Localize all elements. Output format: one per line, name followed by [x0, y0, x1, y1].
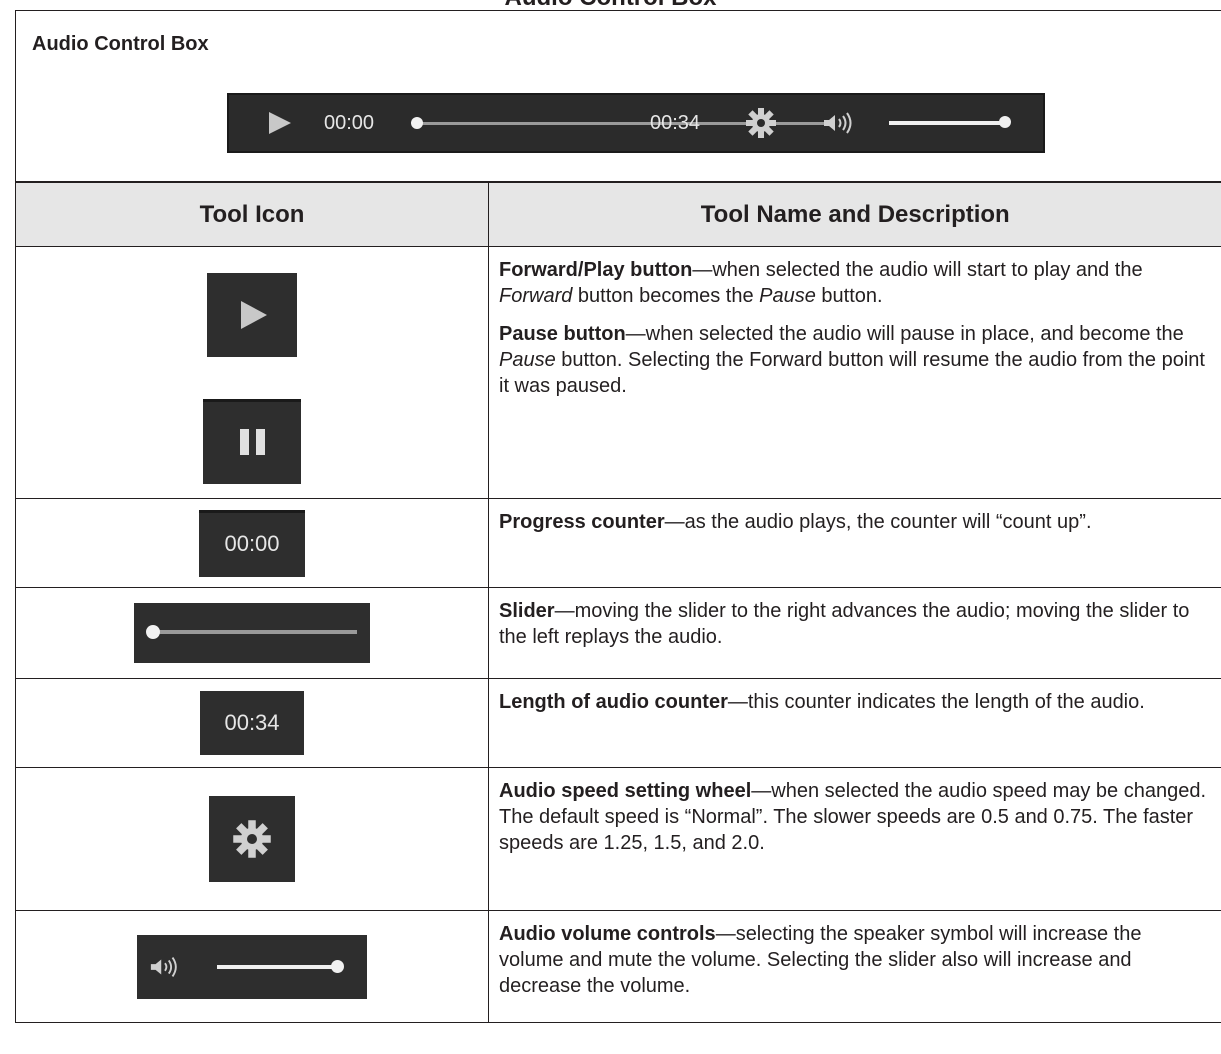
- audio-player: 00:00 00:34: [227, 93, 1045, 153]
- table-row: Slider—moving the slider to the right ad…: [15, 587, 1221, 679]
- audio-length: 00:34: [650, 112, 701, 134]
- tool-table: Tool Icon Tool Name and Description Forw…: [15, 182, 1221, 1023]
- play-icon: [207, 273, 297, 357]
- tool-name: Forward/Play button: [499, 259, 693, 281]
- header-tool-name: Tool Name and Description: [488, 182, 1221, 247]
- icon-cell: [15, 587, 489, 679]
- page-title: Audio Control Box: [0, 0, 1221, 10]
- progress-slider-handle[interactable]: [411, 117, 423, 129]
- play-icon[interactable]: [269, 112, 291, 134]
- tool-name: Audio volume controls: [499, 923, 716, 945]
- description-cell: Forward/Play button—when selected the au…: [488, 246, 1221, 499]
- icon-cell: [15, 246, 489, 499]
- header-tool-icon: Tool Icon: [15, 182, 489, 247]
- audio-control-box-title: Audio Control Box: [32, 33, 209, 55]
- tool-name: Pause button: [499, 323, 626, 345]
- volume-slider[interactable]: [889, 121, 1005, 125]
- tool-name: Progress counter: [499, 511, 665, 533]
- current-time: 00:00: [324, 112, 375, 134]
- progress-counter-icon: 00:00: [199, 509, 305, 577]
- icon-cell: 00:34: [15, 678, 489, 768]
- tool-name: Slider: [499, 600, 555, 622]
- description-cell: Audio speed setting wheel—when selected …: [488, 767, 1221, 911]
- table-row: Audio speed setting wheel—when selected …: [15, 767, 1221, 911]
- length-counter-icon: 00:34: [200, 691, 304, 755]
- speaker-icon[interactable]: [822, 111, 856, 135]
- table-row: Forward/Play button—when selected the au…: [15, 246, 1221, 499]
- gear-icon: [209, 796, 295, 882]
- volume-icon: [137, 934, 367, 999]
- description-cell: Audio volume controls—selecting the spea…: [488, 910, 1221, 1023]
- pause-icon: [203, 399, 301, 484]
- tool-name: Audio speed setting wheel: [499, 780, 752, 802]
- table-row: 00:00 Progress counter—as the audio play…: [15, 498, 1221, 588]
- icon-cell: [15, 910, 489, 1023]
- slider-icon: [134, 603, 370, 663]
- icon-cell: 00:00: [15, 498, 489, 588]
- description-cell: Progress counter—as the audio plays, the…: [488, 498, 1221, 588]
- gear-icon[interactable]: [745, 107, 777, 139]
- table-row: Audio volume controls—selecting the spea…: [15, 910, 1221, 1023]
- description-cell: Slider—moving the slider to the right ad…: [488, 587, 1221, 679]
- audio-control-box: Audio Control Box 00:00 00:34: [15, 10, 1221, 182]
- tool-name: Length of audio counter: [499, 691, 728, 713]
- description-cell: Length of audio counter—this counter ind…: [488, 678, 1221, 768]
- icon-cell: [15, 767, 489, 911]
- table-row: 00:34 Length of audio counter—this count…: [15, 678, 1221, 768]
- volume-slider-handle[interactable]: [999, 116, 1011, 128]
